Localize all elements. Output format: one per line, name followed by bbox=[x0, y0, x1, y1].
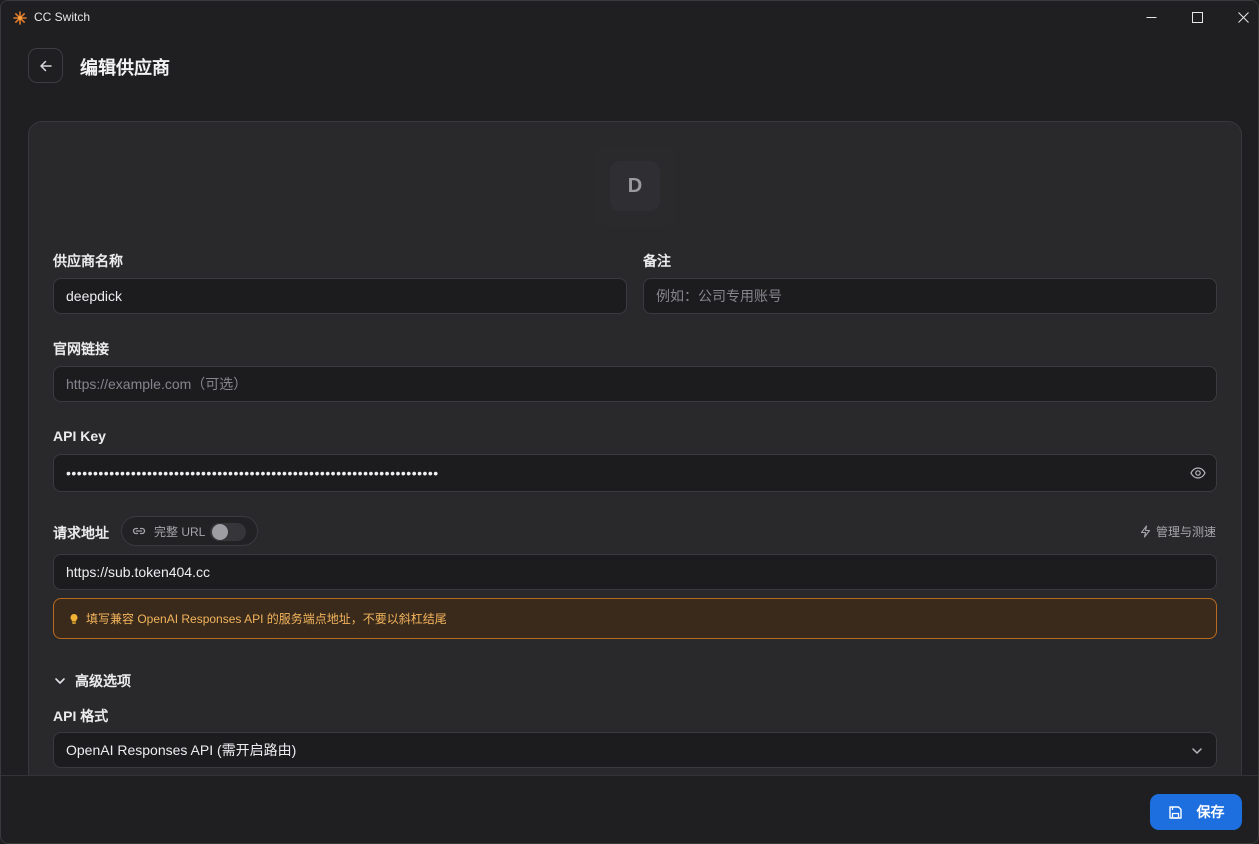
provider-name-input[interactable]: deepdick bbox=[53, 278, 627, 314]
note-placeholder: 例如：公司专用账号 bbox=[656, 288, 782, 304]
lightning-icon bbox=[1140, 525, 1151, 538]
full-url-toggle[interactable]: 完整 URL bbox=[121, 516, 258, 546]
footer-bar bbox=[1, 775, 1258, 843]
window-title: CC Switch bbox=[34, 10, 91, 24]
note-input[interactable]: 例如：公司专用账号 bbox=[643, 278, 1217, 314]
chevron-down-icon bbox=[1192, 748, 1202, 754]
arrow-left-icon bbox=[39, 60, 52, 71]
close-icon bbox=[1237, 12, 1249, 23]
endpoint-hint: 填写兼容 OpenAI Responses API 的服务端点地址，不要以斜杠结… bbox=[53, 598, 1217, 639]
website-placeholder: https://example.com（可选） bbox=[66, 376, 248, 392]
advanced-options-label: 高级选项 bbox=[75, 673, 131, 689]
link-icon bbox=[132, 527, 146, 535]
endpoint-value: https://sub.token404.cc bbox=[66, 564, 210, 580]
advanced-options-toggle[interactable]: 高级选项 bbox=[53, 671, 131, 691]
minimize-icon bbox=[1146, 17, 1156, 18]
maximize-icon bbox=[1191, 12, 1203, 23]
api-format-label: API 格式 bbox=[53, 708, 109, 724]
app-window: CC Switch 编辑供应商 D 供应商名称 deepdick 备注 例如：公… bbox=[0, 0, 1259, 844]
endpoint-hint-text: 填写兼容 OpenAI Responses API 的服务端点地址，不要以斜杠结… bbox=[86, 612, 447, 626]
provider-avatar[interactable]: D bbox=[595, 146, 675, 226]
app-logo-icon bbox=[13, 11, 27, 25]
api-format-select[interactable]: OpenAI Responses API (需开启路由) bbox=[53, 732, 1217, 768]
endpoint-input[interactable]: https://sub.token404.cc bbox=[53, 554, 1217, 590]
lightbulb-icon bbox=[70, 613, 78, 624]
api-key-input[interactable]: ••••••••••••••••••••••••••••••••••••••••… bbox=[53, 454, 1217, 492]
floppy-disk-icon bbox=[1168, 805, 1182, 819]
api-format-value: OpenAI Responses API (需开启路由) bbox=[66, 742, 297, 758]
full-url-switch[interactable] bbox=[210, 523, 246, 541]
minimize-button[interactable] bbox=[1128, 1, 1174, 34]
website-label: 官网链接 bbox=[53, 341, 109, 357]
note-label: 备注 bbox=[643, 253, 671, 269]
chevron-down-icon bbox=[55, 678, 65, 684]
close-button[interactable] bbox=[1220, 1, 1258, 34]
manage-speedtest-link[interactable]: 管理与测速 bbox=[1139, 523, 1216, 540]
eye-icon[interactable] bbox=[1190, 465, 1206, 481]
back-button[interactable] bbox=[28, 48, 63, 83]
manage-speedtest-label: 管理与测速 bbox=[1156, 525, 1217, 539]
api-key-label: API Key bbox=[53, 428, 106, 444]
endpoint-label: 请求地址 bbox=[53, 525, 109, 541]
save-label: 保存 bbox=[1196, 804, 1225, 820]
title-bar: CC Switch bbox=[1, 1, 1258, 34]
avatar-letter: D bbox=[610, 161, 660, 211]
switch-knob bbox=[212, 524, 228, 540]
api-key-masked-value: ••••••••••••••••••••••••••••••••••••••••… bbox=[66, 465, 439, 481]
maximize-button[interactable] bbox=[1174, 1, 1220, 34]
provider-name-label: 供应商名称 bbox=[53, 253, 123, 269]
website-input[interactable]: https://example.com（可选） bbox=[53, 366, 1217, 402]
save-button[interactable]: 保存 bbox=[1150, 794, 1242, 830]
full-url-label: 完整 URL bbox=[154, 524, 206, 539]
provider-name-value: deepdick bbox=[66, 288, 123, 304]
page-title: 编辑供应商 bbox=[80, 58, 170, 78]
